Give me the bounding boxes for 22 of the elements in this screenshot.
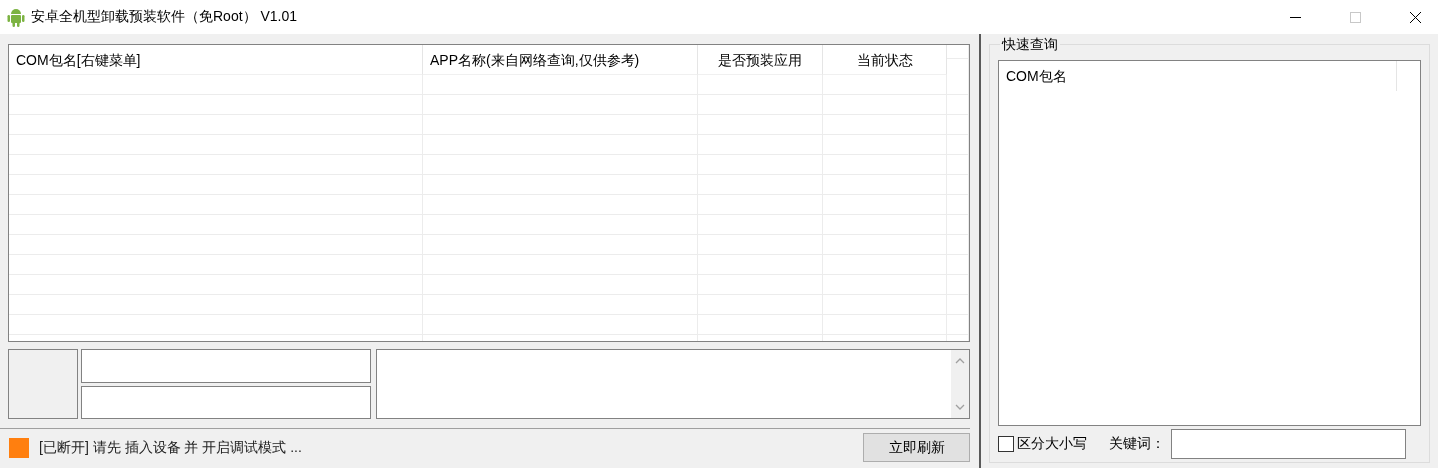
android-icon <box>7 7 25 27</box>
column-header[interactable]: 是否预装应用 <box>698 45 823 75</box>
column-header[interactable]: COM包名 <box>999 61 1397 91</box>
input-field[interactable] <box>81 349 371 383</box>
scroll-up-icon[interactable] <box>955 358 965 364</box>
group-title: 快速查询 <box>1000 35 1060 53</box>
maximize-icon <box>1349 11 1361 23</box>
keyword-label: 关键词： <box>1109 435 1165 453</box>
input-field[interactable] <box>81 385 371 419</box>
image-panel <box>8 349 78 419</box>
window-title: 安卓全机型卸载预装软件（免Root） V1.01 <box>31 8 298 26</box>
column-header[interactable]: 当前状态 <box>823 45 947 75</box>
checkbox-icon[interactable] <box>998 436 1014 452</box>
scroll-down-icon[interactable] <box>955 404 965 410</box>
keyword-field[interactable] <box>1171 429 1406 459</box>
column-header[interactable]: COM包名[右键菜单] <box>9 45 423 75</box>
refresh-button[interactable]: 立即刷新 <box>863 433 970 462</box>
case-sensitive-checkbox[interactable]: 区分大小写 <box>998 435 1087 453</box>
close-icon <box>1409 11 1421 23</box>
status-text: [已断开] 请先 插入设备 并 开启调试模式 ... <box>39 438 302 457</box>
column-header[interactable]: APP名称(来自网络查询,仅供参考) <box>423 45 698 75</box>
log-area[interactable] <box>376 349 970 419</box>
